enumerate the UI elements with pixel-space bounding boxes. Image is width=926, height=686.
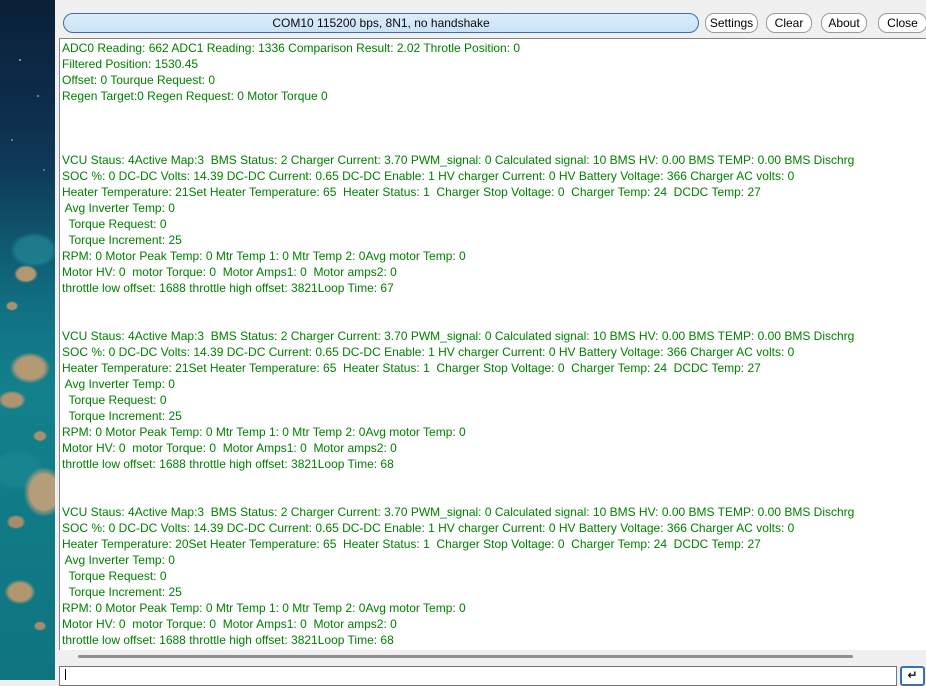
port-status-field[interactable]: COM10 115200 bps, 8N1, no handshake [63, 13, 699, 33]
terminal-line: Avg Inverter Temp: 0 [62, 201, 175, 215]
terminal-line: Torque Request: 0 [62, 393, 167, 407]
receive-area[interactable]: ADC0 Reading: 662 ADC1 Reading: 1336 Com… [59, 38, 926, 650]
terminal-line: Torque Increment: 25 [62, 585, 182, 599]
terminal-line: Torque Increment: 25 [62, 233, 182, 247]
scrollbar-thumb[interactable] [78, 655, 853, 658]
terminal-line: Motor HV: 0 motor Torque: 0 Motor Amps1:… [62, 617, 397, 631]
terminal-line: throttle low offset: 1688 throttle high … [62, 457, 394, 471]
terminal-line: Motor HV: 0 motor Torque: 0 Motor Amps1:… [62, 265, 397, 279]
terminal-line: throttle low offset: 1688 throttle high … [62, 281, 394, 295]
about-button[interactable]: About [821, 13, 867, 33]
terminal-line: ADC0 Reading: 662 ADC1 Reading: 1336 Com… [62, 41, 521, 55]
clear-button[interactable]: Clear [766, 13, 812, 33]
terminal-line: Offset: 0 Tourque Request: 0 [62, 73, 215, 87]
terminal-line: Heater Temperature: 20Set Heater Tempera… [62, 537, 761, 551]
terminal-line: VCU Staus: 4Active Map:3 BMS Status: 2 C… [62, 153, 855, 167]
terminal-line: Torque Request: 0 [62, 569, 167, 583]
terminal-line: RPM: 0 Motor Peak Temp: 0 Mtr Temp 1: 0 … [62, 601, 466, 615]
terminal-line: SOC %: 0 DC-DC Volts: 14.39 DC-DC Curren… [62, 169, 795, 183]
desktop-wallpaper [0, 0, 55, 680]
close-button[interactable]: Close [878, 13, 926, 33]
terminal-line: Avg Inverter Temp: 0 [62, 377, 175, 391]
terminal-line: Torque Increment: 25 [62, 409, 182, 423]
send-button[interactable]: ↵ [900, 666, 925, 686]
terminal-line: RPM: 0 Motor Peak Temp: 0 Mtr Temp 1: 0 … [62, 249, 466, 263]
terminal-window: COM10 115200 bps, 8N1, no handshake Sett… [55, 0, 926, 686]
terminal-line: Avg Inverter Temp: 0 [62, 553, 175, 567]
transmit-field-wrapper [59, 666, 897, 686]
terminal-line: SOC %: 0 DC-DC Volts: 14.39 DC-DC Curren… [62, 521, 795, 535]
settings-button[interactable]: Settings [705, 13, 758, 33]
horizontal-scrollbar[interactable] [60, 650, 926, 664]
terminal-line: VCU Staus: 4Active Map:3 BMS Status: 2 C… [62, 505, 855, 519]
terminal-line: Motor HV: 0 motor Torque: 0 Motor Amps1:… [62, 441, 397, 455]
terminal-line: Regen Target:0 Regen Request: 0 Motor To… [62, 89, 328, 103]
terminal-line: Torque Request: 0 [62, 217, 167, 231]
terminal-line: RPM: 0 Motor Peak Temp: 0 Mtr Temp 1: 0 … [62, 425, 466, 439]
terminal-line: Heater Temperature: 21Set Heater Tempera… [62, 185, 761, 199]
terminal-line: SOC %: 0 DC-DC Volts: 14.39 DC-DC Curren… [62, 345, 795, 359]
terminal-line: Filtered Position: 1530.45 [62, 57, 199, 71]
terminal-line: VCU Staus: 4Active Map:3 BMS Status: 2 C… [62, 329, 855, 343]
terminal-line: throttle low offset: 1688 throttle high … [62, 633, 394, 647]
terminal-line: Heater Temperature: 21Set Heater Tempera… [62, 361, 761, 375]
